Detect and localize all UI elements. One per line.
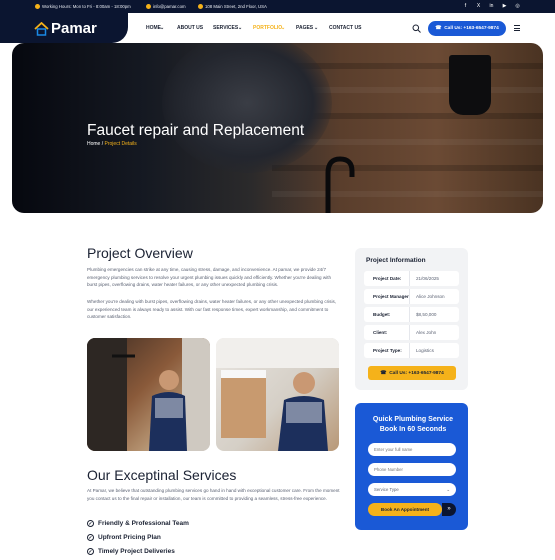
check-item: ✓ Upfront Pricing Plan xyxy=(87,534,161,541)
menu-icon[interactable] xyxy=(514,25,520,31)
faucet-icon xyxy=(325,156,355,213)
services-heading: Our Exceptinal Services xyxy=(87,467,237,483)
check-item-label: Timely Project Deliveries xyxy=(98,548,175,555)
logo[interactable]: Pamar xyxy=(0,13,128,43)
top-info-bar: Working Hours: Mon to Fri - 8:00am - 18:… xyxy=(0,0,555,13)
phone-icon: ☎ xyxy=(435,26,442,31)
nav-contact[interactable]: CONTACT US xyxy=(329,25,361,31)
plumber-figure xyxy=(162,43,332,173)
overview-paragraph-2: Whether you're dealing with burst pipes,… xyxy=(87,299,337,320)
address-info: 108 Main Street, 2nd Floor, USA xyxy=(198,4,267,9)
info-value: Alice Johnson xyxy=(416,294,445,299)
quick-booking-form: Quick Plumbing Service Book In 60 Second… xyxy=(355,403,468,530)
book-appointment-button[interactable]: Book An Appointment xyxy=(368,503,442,516)
site-header: Pamar HOME ⌄ ABOUT US SERVICES ⌄ PORTFOL… xyxy=(0,13,555,43)
project-info-title: Project Information xyxy=(366,257,426,264)
nav-portfolio[interactable]: PORTFOLIO xyxy=(253,25,282,31)
search-icon[interactable] xyxy=(412,24,421,33)
wall-lamp xyxy=(449,55,491,115)
breadcrumb-separator: / xyxy=(101,141,104,147)
info-value: Logistics xyxy=(416,348,434,353)
service-type-label: Service Type xyxy=(374,487,399,492)
address-text: 108 Main Street, 2nd Floor, USA xyxy=(205,4,267,9)
nav-about[interactable]: ABOUT US xyxy=(177,25,203,31)
chevron-down-icon: ⌄ xyxy=(238,25,243,31)
nav-services[interactable]: SERVICES xyxy=(213,25,238,31)
sidebar-call-label: Call Us: +163-6547-9874 xyxy=(389,370,444,376)
sidebar-call-button[interactable]: ☎ Call Us: +163-6547-9874 xyxy=(368,366,456,380)
nav-pages[interactable]: PAGES xyxy=(296,25,313,31)
working-hours-text: Working Hours: Mon to Fri - 8:00am - 18:… xyxy=(42,4,131,9)
plumber-sink-image xyxy=(216,338,339,451)
plumber-shower-image xyxy=(87,338,210,451)
overview-paragraph-1: Plumbing emergencies can strike at any t… xyxy=(87,267,332,288)
phone-icon: ☎ xyxy=(380,370,387,376)
info-label: Budget: xyxy=(373,312,391,317)
clock-icon xyxy=(35,4,40,9)
breadcrumb-home[interactable]: Home xyxy=(87,141,100,147)
chevron-down-icon: ⌄ xyxy=(281,25,286,31)
service-type-select[interactable]: Service Type ⌄ xyxy=(368,483,456,496)
services-paragraph: At Pamar, we believe that outstanding pl… xyxy=(87,488,340,501)
logo-text: Pamar xyxy=(51,20,97,37)
hero-banner: Faucet repair and Replacement Home / Pro… xyxy=(12,43,543,213)
chevron-down-icon: ⌄ xyxy=(446,487,450,492)
x-twitter-icon[interactable]: X xyxy=(475,3,482,10)
overview-heading: Project Overview xyxy=(87,245,193,261)
chevron-down-icon: ⌄ xyxy=(160,25,165,31)
info-label: Project Manager: xyxy=(373,294,411,299)
info-label: Project Type: xyxy=(373,348,402,353)
check-item: ✓ Timely Project Deliveries xyxy=(87,548,175,555)
info-value: Alex John xyxy=(416,330,437,335)
email-info[interactable]: info@pamar.com xyxy=(146,4,186,9)
double-arrow-icon[interactable]: » xyxy=(442,503,456,516)
info-row: Client: Alex John xyxy=(364,325,459,340)
info-value: 21/06/2025 xyxy=(416,276,439,281)
location-icon xyxy=(198,4,203,9)
info-label: Project Date: xyxy=(373,276,402,281)
check-item-label: Friendly & Professional Team xyxy=(98,520,189,527)
check-circle-icon: ✓ xyxy=(87,534,94,541)
check-item: ✓ Friendly & Professional Team xyxy=(87,520,189,527)
chevron-down-icon: ⌄ xyxy=(314,25,319,31)
page-title: Faucet repair and Replacement xyxy=(87,122,305,139)
header-call-label: Call Us: +163-6547-9874 xyxy=(444,26,499,31)
breadcrumb: Home / Project Details xyxy=(87,141,137,147)
phone-input[interactable] xyxy=(368,463,456,476)
info-value: $8,50,000 xyxy=(416,312,437,317)
info-row: Project Date: 21/06/2025 xyxy=(364,271,459,286)
house-logo-icon xyxy=(34,22,49,36)
info-row: Project Type: Logistics xyxy=(364,343,459,358)
info-row: Budget: $8,50,000 xyxy=(364,307,459,322)
info-row: Project Manager: Alice Johnson xyxy=(364,289,459,304)
nav-home[interactable]: HOME xyxy=(146,25,161,31)
check-circle-icon: ✓ xyxy=(87,548,94,555)
check-circle-icon: ✓ xyxy=(87,520,94,527)
youtube-icon[interactable]: ▶ xyxy=(501,3,508,10)
check-item-label: Upfront Pricing Plan xyxy=(98,534,161,541)
working-hours: Working Hours: Mon to Fri - 8:00am - 18:… xyxy=(35,4,131,9)
info-label: Client: xyxy=(373,330,388,335)
linkedin-icon[interactable]: in xyxy=(488,3,495,10)
mail-icon xyxy=(146,4,151,9)
breadcrumb-current: Project Details xyxy=(104,141,137,147)
name-input[interactable] xyxy=(368,443,456,456)
project-photo-2 xyxy=(216,338,339,451)
project-info-card: Project Information Project Date: 21/06/… xyxy=(355,248,468,390)
header-call-button[interactable]: ☎ Call Us: +163-6547-9874 xyxy=(428,21,506,36)
facebook-icon[interactable]: f xyxy=(462,3,469,10)
instagram-icon[interactable]: ◎ xyxy=(514,3,521,10)
booking-form-title: Quick Plumbing Service Book In 60 Second… xyxy=(372,416,454,433)
project-photo-1 xyxy=(87,338,210,451)
email-text[interactable]: info@pamar.com xyxy=(153,4,186,9)
